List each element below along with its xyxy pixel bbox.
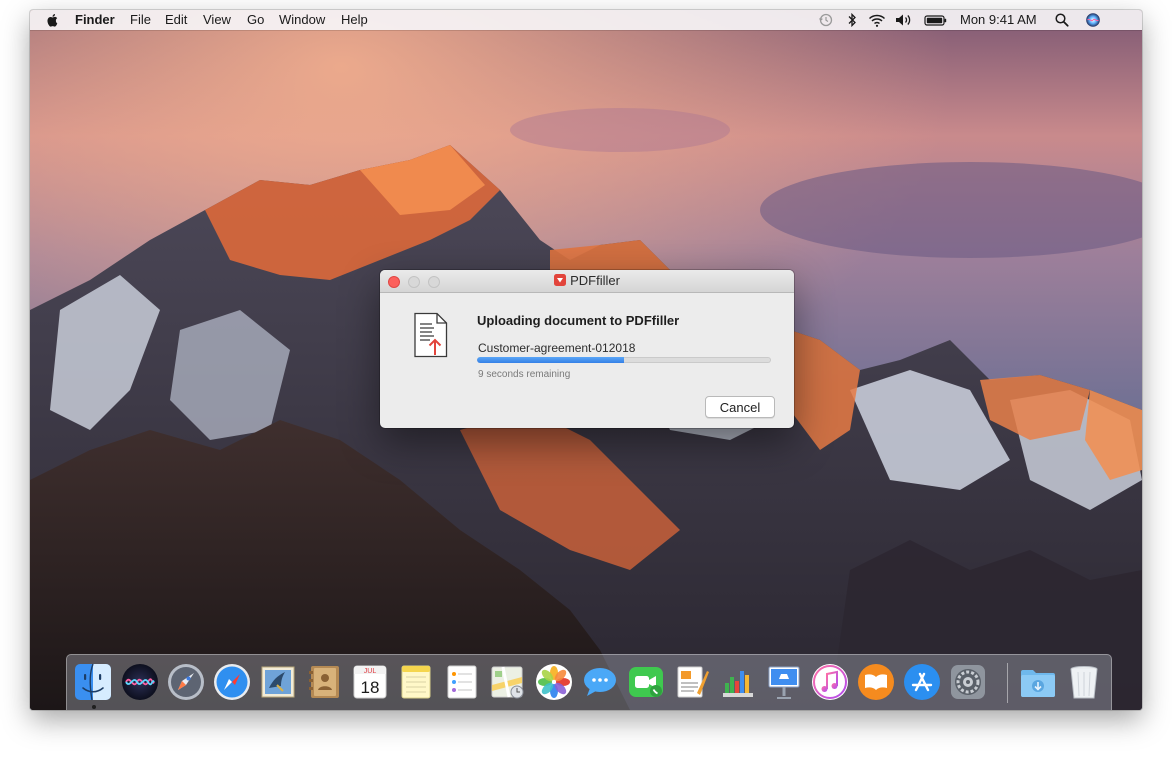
siri-icon[interactable] <box>1085 12 1101 28</box>
dock-mail-icon[interactable] <box>259 663 297 701</box>
calendar-month-text: JUL <box>364 668 377 675</box>
dock-downloads-folder-icon[interactable] <box>1019 663 1057 701</box>
window-title: PDFfiller <box>380 270 794 292</box>
spotlight-icon[interactable] <box>1054 12 1070 28</box>
dock-facetime-icon[interactable] <box>627 663 665 701</box>
dock-calendar-icon[interactable]: JUL 18 <box>351 663 389 701</box>
pdffiller-logo-icon <box>554 274 567 286</box>
menu-clock[interactable]: Mon 9:41 AM <box>960 13 1037 27</box>
menu-edit[interactable]: Edit <box>165 13 187 27</box>
menu-file[interactable]: File <box>130 13 151 27</box>
dock: JUL 18 <box>66 654 1112 710</box>
dock-keynote-icon[interactable] <box>765 663 803 701</box>
document-upload-icon <box>414 312 448 358</box>
dock-messages-icon[interactable] <box>581 663 619 701</box>
menu-help[interactable]: Help <box>341 13 368 27</box>
upload-progress-fill <box>477 357 624 363</box>
dock-ibooks-icon[interactable] <box>857 663 895 701</box>
upload-progress-bar <box>477 357 771 363</box>
dock-siri-icon[interactable] <box>121 663 159 701</box>
menu-app-finder[interactable]: Finder <box>75 13 115 27</box>
dock-separator <box>1007 663 1008 703</box>
finder-running-indicator <box>92 705 96 709</box>
wifi-icon[interactable] <box>868 12 886 28</box>
dock-app-store-icon[interactable] <box>903 663 941 701</box>
volume-icon[interactable] <box>894 12 914 28</box>
dock-notes-icon[interactable] <box>397 663 435 701</box>
time-machine-icon[interactable] <box>818 12 834 28</box>
dock-contacts-icon[interactable] <box>305 663 343 701</box>
menu-view[interactable]: View <box>203 13 231 27</box>
dialog-titlebar[interactable]: PDFfiller <box>380 270 794 293</box>
upload-filename: Customer-agreement-012018 <box>478 341 636 355</box>
time-remaining: 9 seconds remaining <box>478 369 571 380</box>
dock-trash-icon[interactable] <box>1065 663 1103 701</box>
dock-finder-icon[interactable] <box>74 663 112 701</box>
dock-numbers-icon[interactable] <box>719 663 757 701</box>
dock-safari-icon[interactable] <box>213 663 251 701</box>
menu-bar: Finder File Edit View Go Window Help Mon… <box>30 10 1142 30</box>
dialog-heading: Uploading document to PDFfiller <box>477 313 680 328</box>
dock-photos-icon[interactable] <box>535 663 573 701</box>
window-title-text: PDFfiller <box>570 273 620 288</box>
desktop: Finder File Edit View Go Window Help Mon… <box>30 10 1142 710</box>
menu-go[interactable]: Go <box>247 13 264 27</box>
dock-launchpad-icon[interactable] <box>167 663 205 701</box>
dock-pages-icon[interactable] <box>673 663 711 701</box>
dock-maps-icon[interactable] <box>489 663 527 701</box>
dock-system-preferences-icon[interactable] <box>949 663 987 701</box>
calendar-day-text: 18 <box>361 678 380 697</box>
battery-icon[interactable] <box>924 12 948 28</box>
dock-itunes-icon[interactable] <box>811 663 849 701</box>
dock-reminders-icon[interactable] <box>443 663 481 701</box>
cancel-button[interactable]: Cancel <box>705 396 775 418</box>
upload-dialog: PDFfiller Uploading document to PDFfille… <box>380 270 794 428</box>
apple-menu-icon[interactable] <box>46 13 58 27</box>
bluetooth-icon[interactable] <box>846 12 858 28</box>
menu-window[interactable]: Window <box>279 13 325 27</box>
